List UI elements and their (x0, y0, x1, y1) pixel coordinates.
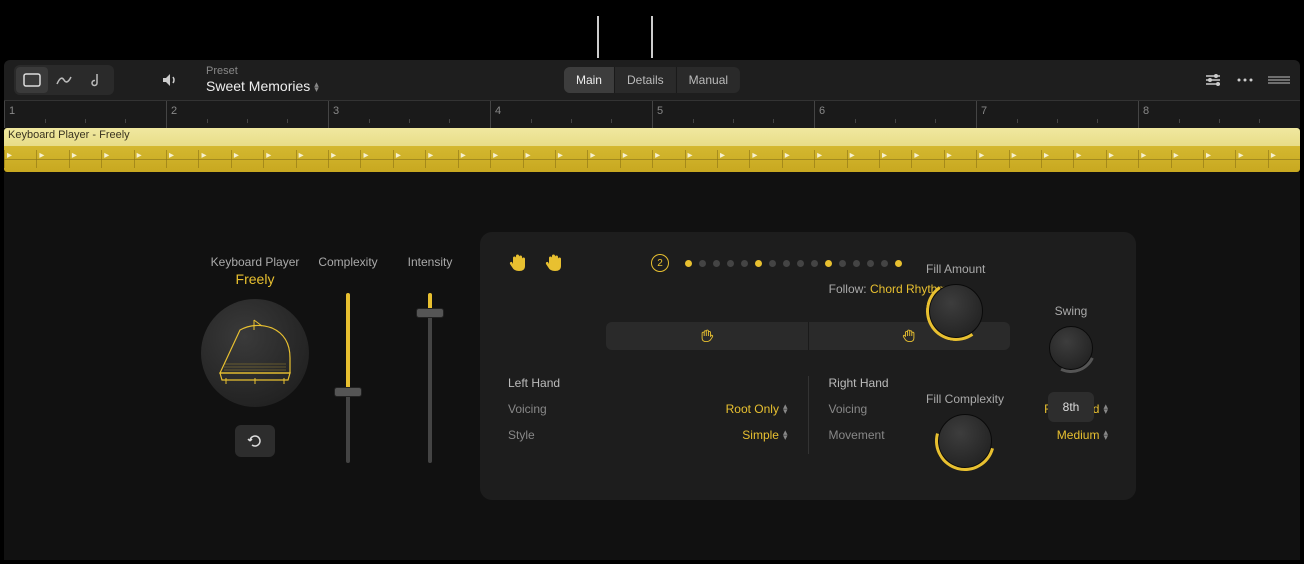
intensity-track[interactable] (428, 293, 432, 463)
follow-setting[interactable]: Follow: Chord Rhythm (668, 282, 1108, 296)
hand-icon[interactable] (508, 252, 528, 274)
midi-region-content[interactable] (4, 146, 1300, 172)
left-hand-toggle[interactable] (606, 322, 809, 350)
left-voicing[interactable]: Voicing Root Only▴▾ (508, 402, 788, 416)
hands-parameters: Left Hand Voicing Root Only▴▾ Style Simp… (508, 376, 1108, 454)
updown-icon: ▴▾ (1103, 404, 1108, 414)
tab-main[interactable]: Main (564, 67, 615, 93)
editor-toolbar: Preset Sweet Memories ▴▾ Main Details Ma… (4, 60, 1300, 100)
midi-region[interactable]: Keyboard Player - Freely (4, 128, 1300, 146)
left-hand-block: Left Hand Voicing Root Only▴▾ Style Simp… (508, 376, 808, 454)
player-info: Keyboard Player Freely (175, 255, 335, 457)
complexity-slider[interactable]: Complexity (318, 255, 378, 463)
pattern-row: 2 (508, 252, 1108, 274)
fill-amount-knob[interactable] (929, 284, 983, 338)
fill-complexity-knob[interactable] (938, 414, 992, 468)
updown-icon: ▴▾ (783, 430, 788, 440)
editor-tabs: Main Details Manual (564, 67, 740, 93)
performance-panel: 2 Follow: Chord Rhythm Left Hand Voicing… (480, 232, 1136, 500)
complexity-track[interactable] (346, 293, 350, 463)
toolbar-right (1204, 72, 1290, 88)
automation-view-button[interactable] (48, 67, 80, 93)
fill-complexity-knob-group: Fill Complexity (926, 392, 1004, 468)
instrument-avatar[interactable] (201, 299, 309, 407)
preview-audio-button[interactable] (154, 67, 186, 93)
tab-manual[interactable]: Manual (677, 67, 740, 93)
timeline-ruler[interactable]: 1 2 3 4 5 6 7 8 (4, 100, 1300, 128)
score-view-button[interactable] (80, 67, 112, 93)
swing-note-value[interactable]: 8th (1048, 392, 1094, 422)
player-style-name[interactable]: Freely (175, 271, 335, 287)
swing-knob-group: Swing 8th (1048, 304, 1094, 422)
settings-icon[interactable] (1204, 72, 1222, 88)
regenerate-button[interactable] (235, 425, 275, 457)
intensity-slider[interactable]: Intensity (400, 255, 460, 463)
intensity-thumb[interactable] (416, 308, 444, 318)
player-type-label: Keyboard Player (175, 255, 335, 269)
pattern-number[interactable]: 2 (651, 254, 669, 272)
preset-selector[interactable]: Preset Sweet Memories ▴▾ (206, 65, 319, 95)
fill-amount-knob-group: Fill Amount (926, 262, 985, 338)
preset-label: Preset (206, 65, 319, 78)
drag-handle-icon[interactable] (1268, 75, 1290, 85)
hand-icon[interactable] (544, 252, 564, 274)
more-icon[interactable] (1236, 77, 1254, 83)
updown-icon: ▴▾ (783, 404, 788, 414)
updown-icon: ▴▾ (314, 82, 319, 92)
view-mode-group (14, 65, 114, 95)
swing-knob[interactable] (1049, 326, 1093, 370)
callout-indicators (0, 0, 1304, 60)
complexity-thumb[interactable] (334, 387, 362, 397)
pattern-dots[interactable] (685, 260, 902, 267)
left-style[interactable]: Style Simple▴▾ (508, 428, 788, 442)
tab-details[interactable]: Details (615, 67, 677, 93)
preset-name: Sweet Memories ▴▾ (206, 78, 319, 95)
updown-icon: ▴▾ (1103, 430, 1108, 440)
region-view-button[interactable] (16, 67, 48, 93)
